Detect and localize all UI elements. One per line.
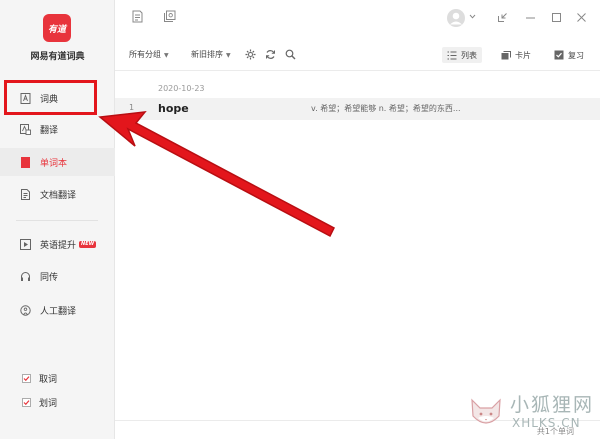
- watermark-title: 小狐狸网: [510, 394, 595, 416]
- watermark: 小狐狸网 XHLKS.CN: [466, 386, 600, 439]
- fox-logo-icon: [471, 398, 501, 424]
- annotation-arrow: [98, 111, 335, 238]
- watermark-subtitle: XHLKS.CN: [512, 416, 581, 430]
